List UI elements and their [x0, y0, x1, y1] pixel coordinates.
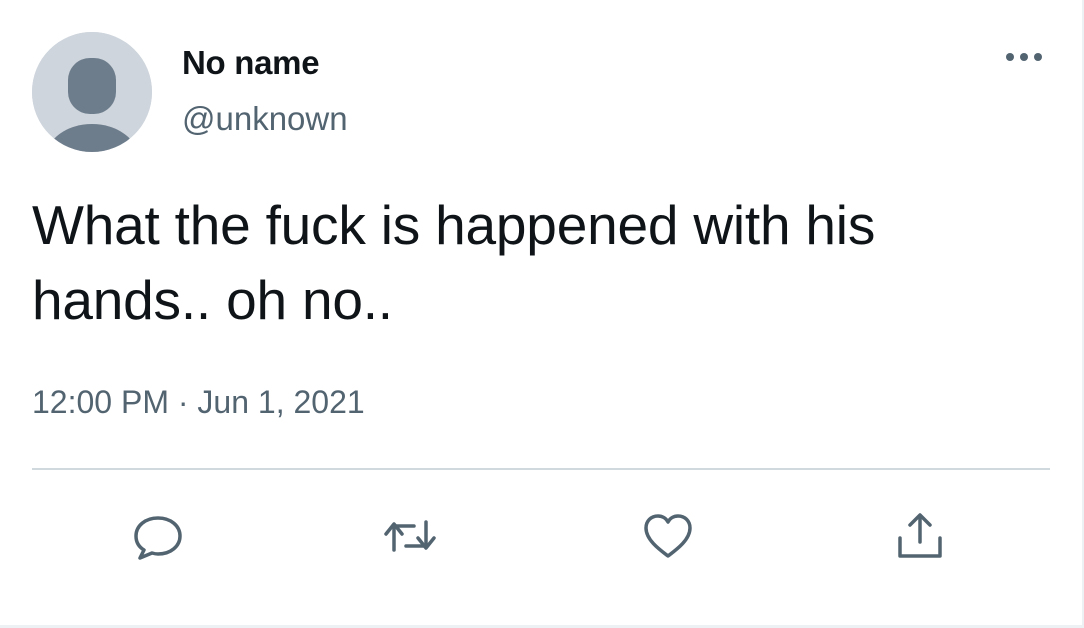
default-avatar-icon	[32, 32, 152, 152]
retweet-button[interactable]	[382, 510, 438, 562]
share-button[interactable]	[892, 510, 948, 562]
author-handle[interactable]: @unknown	[182, 100, 348, 138]
tweet-time[interactable]: 12:00 PM	[32, 384, 169, 420]
more-dots-icon	[1006, 53, 1042, 61]
tweet-date[interactable]: Jun 1, 2021	[197, 384, 364, 420]
divider	[32, 468, 1050, 470]
more-options-button[interactable]	[1000, 40, 1050, 74]
reply-button[interactable]	[130, 510, 186, 562]
tweet-text-line: hands.. oh no..	[32, 269, 393, 331]
avatar[interactable]	[32, 32, 152, 152]
comment-bubble-icon	[134, 516, 182, 560]
heart-icon	[644, 514, 692, 558]
like-button[interactable]	[640, 510, 696, 562]
tweet-text: What the fuck is happened with his hands…	[32, 188, 1042, 338]
share-upload-icon	[898, 513, 942, 558]
tweet-timestamp[interactable]: 12:00 PM · Jun 1, 2021	[32, 384, 365, 421]
tweet-card: No name @unknown What the fuck is happen…	[0, 0, 1084, 628]
author-display-name[interactable]: No name	[182, 44, 320, 82]
retweet-arrows-icon	[384, 520, 436, 552]
tweet-text-line: What the fuck is happened with his	[32, 194, 876, 256]
timestamp-separator: ·	[177, 384, 189, 420]
